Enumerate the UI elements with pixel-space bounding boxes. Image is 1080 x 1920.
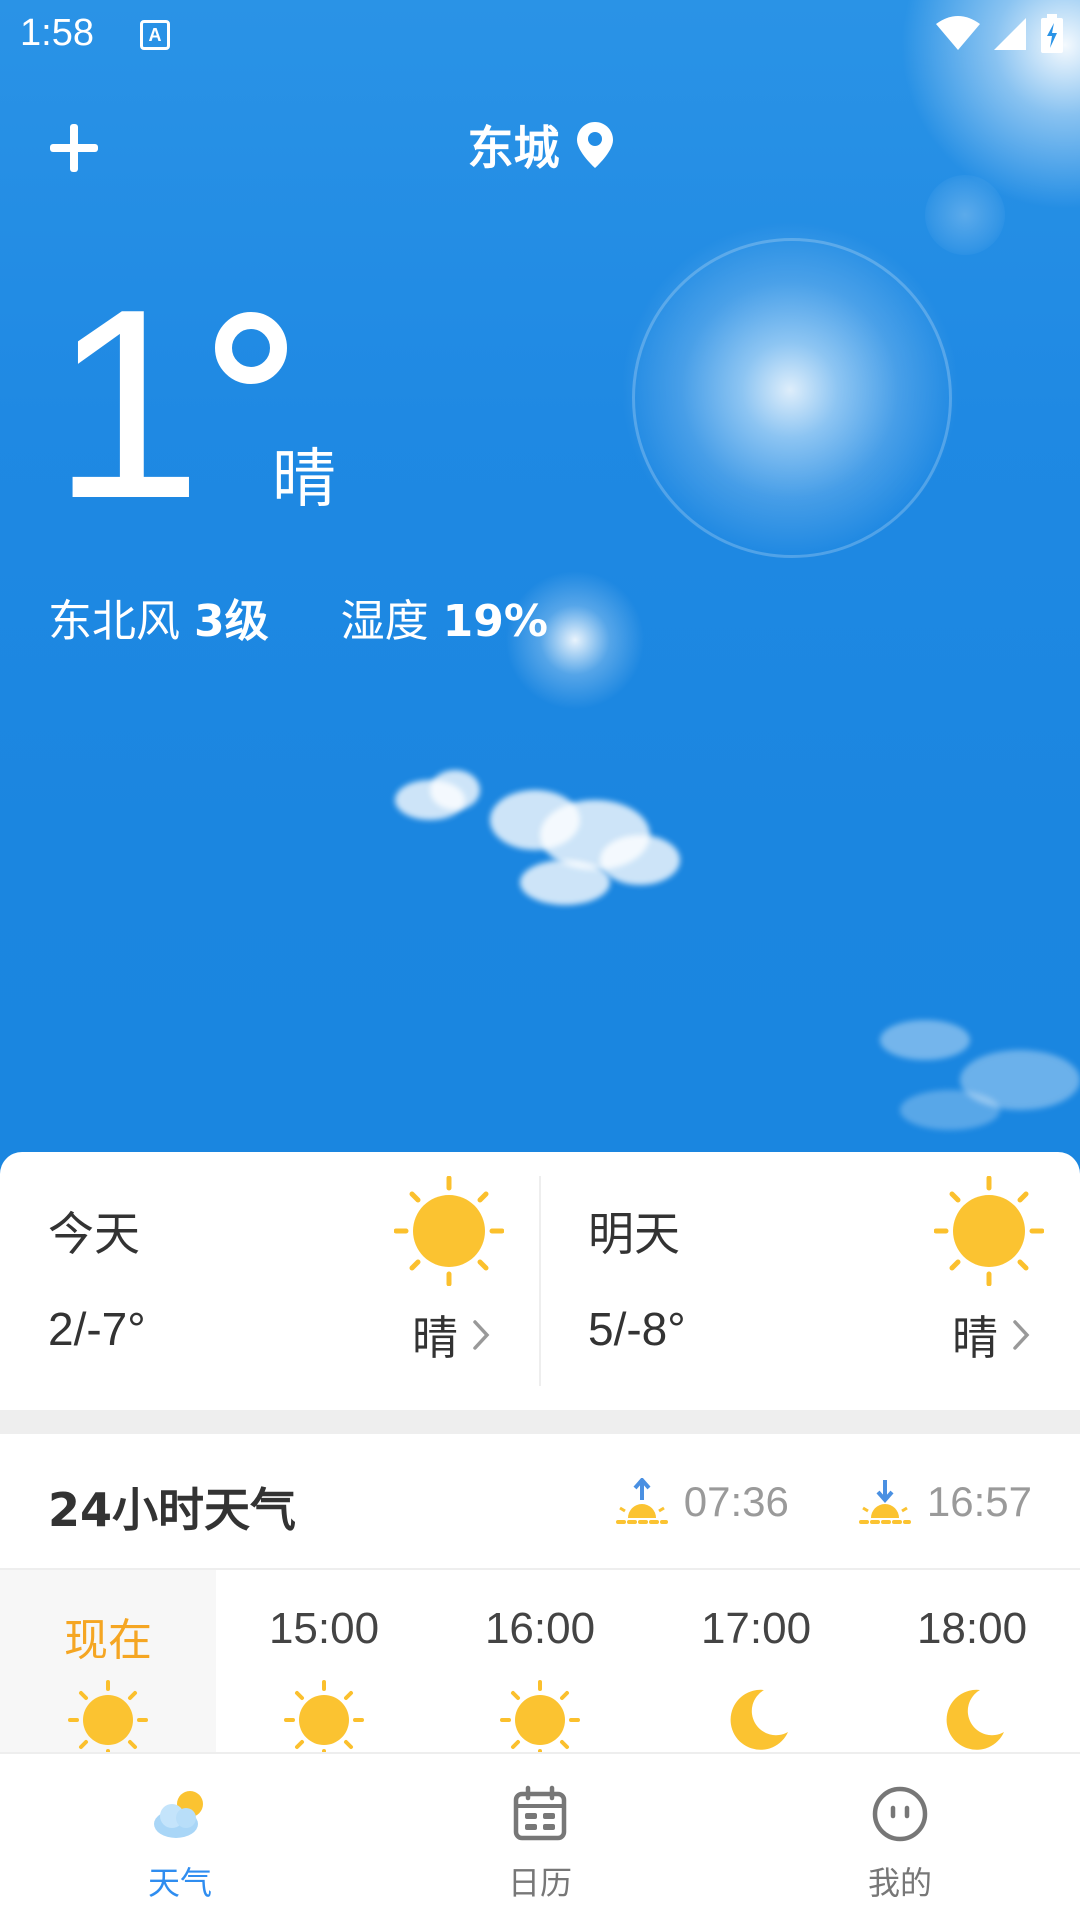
nav-label: 我的 xyxy=(867,1864,932,1902)
forecast-day-label: 今天 xyxy=(48,1207,140,1261)
forecast-today[interactable]: 今天 2/-7° 晴 xyxy=(0,1152,540,1410)
sunset-time: 16:57 xyxy=(926,1478,1032,1525)
hourly-header: 24小时天气 07:36 16:57 xyxy=(0,1434,1080,1570)
chevron-right-icon xyxy=(473,1320,490,1350)
hourly-list[interactable]: 现在 15:00 16:00 17:00 18:00 xyxy=(0,1570,1080,1755)
lens-halo xyxy=(632,238,952,558)
forecast-condition-text: 晴 xyxy=(952,1311,998,1365)
sun-icon xyxy=(284,1680,364,1755)
hourly-title: 24小时天气 xyxy=(48,1483,297,1537)
forecast-temp-range: 5/-8° xyxy=(588,1303,686,1355)
hourly-item[interactable]: 15:00 xyxy=(216,1570,432,1755)
sunset-icon xyxy=(858,1480,911,1524)
forecast-condition: 晴 xyxy=(412,1302,490,1368)
nav-label: 天气 xyxy=(147,1864,212,1902)
hour-time: 15:00 xyxy=(268,1604,380,1653)
forecast-condition-text: 晴 xyxy=(412,1311,458,1365)
moon-icon xyxy=(730,1689,788,1750)
hour-time: 18:00 xyxy=(916,1604,1028,1653)
current-condition: 晴 xyxy=(272,443,336,517)
sun-icon xyxy=(500,1680,580,1755)
hourly-item[interactable]: 现在 xyxy=(0,1570,216,1755)
hourly-item[interactable]: 16:00 xyxy=(432,1570,648,1755)
sunrise-icon xyxy=(615,1478,668,1524)
forecast-condition: 晴 xyxy=(952,1302,1030,1368)
wind-label: 东北风 xyxy=(48,596,180,647)
sun-times: 07:36 16:57 xyxy=(614,1478,1032,1526)
forecast-tomorrow[interactable]: 明天 5/-8° 晴 xyxy=(540,1152,1080,1410)
sunrise-time: 07:36 xyxy=(683,1478,789,1525)
app-notification-icon: A xyxy=(140,20,170,50)
humidity-value: 19% xyxy=(442,596,548,647)
lens-flare-small xyxy=(925,175,1005,255)
bottom-navigation: 天气 日历 我的 xyxy=(0,1752,1080,1920)
wind-humidity-row: 东北风 3级 湿度 19% xyxy=(48,585,548,649)
battery-icon xyxy=(1041,14,1063,53)
signal-icon xyxy=(994,18,1026,50)
status-time: 1:58 xyxy=(20,12,94,54)
sun-icon xyxy=(934,1176,1044,1286)
nav-tab-profile[interactable]: 我的 xyxy=(720,1754,1080,1920)
sun-icon xyxy=(68,1680,148,1755)
hour-time: 17:00 xyxy=(700,1604,812,1653)
weather-icon xyxy=(154,1791,203,1838)
calendar-icon xyxy=(513,1785,567,1841)
section-separator xyxy=(0,1410,1080,1434)
nav-tab-calendar[interactable]: 日历 xyxy=(360,1754,720,1920)
status-bar: 1:58 A xyxy=(0,0,1080,72)
chevron-right-icon xyxy=(1013,1320,1030,1350)
city-name: 东城 xyxy=(467,121,560,175)
daily-forecast-card: 今天 2/-7° 晴 明天 5/-8° 晴 xyxy=(0,1152,1080,1410)
hourly-item[interactable]: 18:00 xyxy=(864,1570,1080,1755)
sky-background: 1:58 A 东城 1 晴 东北风 3级 湿度 19% xyxy=(0,0,1080,1190)
hourly-item[interactable]: 17:00 xyxy=(648,1570,864,1755)
forecast-day-label: 明天 xyxy=(588,1207,680,1261)
wifi-icon xyxy=(936,16,980,50)
wind-level: 3级 xyxy=(194,596,269,647)
nav-tab-weather[interactable]: 天气 xyxy=(0,1754,360,1920)
moon-icon xyxy=(946,1689,1004,1750)
city-selector[interactable]: 东城 xyxy=(0,112,1080,178)
hour-time: 16:00 xyxy=(484,1604,596,1653)
nav-label: 日历 xyxy=(507,1864,572,1902)
sun-icon xyxy=(394,1176,504,1286)
location-pin-icon xyxy=(576,122,613,168)
degree-symbol xyxy=(215,312,287,384)
current-temperature: 1 xyxy=(52,254,203,555)
humidity-label: 湿度 xyxy=(340,596,429,647)
profile-icon xyxy=(872,1786,928,1842)
hour-time: 现在 xyxy=(64,1616,152,1665)
forecast-temp-range: 2/-7° xyxy=(48,1303,146,1355)
